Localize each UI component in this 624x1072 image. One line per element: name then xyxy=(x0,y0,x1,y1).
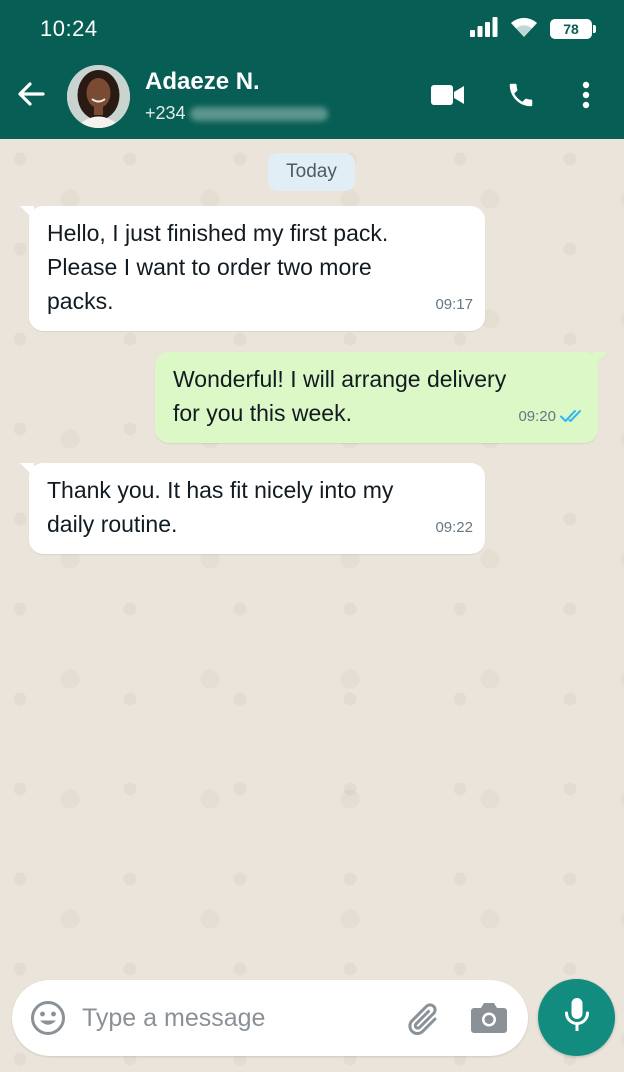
message-text: Thank you. It has fit nicely into my dai… xyxy=(47,477,394,537)
battery-level: 78 xyxy=(563,21,579,37)
date-separator: Today xyxy=(268,153,355,191)
voice-call-button[interactable] xyxy=(501,78,541,116)
message-text: Hello, I just finished my first pack. Pl… xyxy=(47,220,389,314)
battery-icon: 78 xyxy=(550,19,596,39)
camera-button[interactable] xyxy=(470,1000,508,1036)
double-check-icon xyxy=(560,399,586,433)
video-call-button[interactable] xyxy=(428,78,468,116)
emoji-icon xyxy=(30,1001,66,1040)
back-arrow-icon xyxy=(17,81,45,112)
status-time: 10:24 xyxy=(40,16,98,41)
chat-area[interactable]: Today Hello, I just finished my first pa… xyxy=(0,139,624,1072)
message-bubble-outgoing[interactable]: Wonderful! I will arrange delivery for y… xyxy=(155,352,607,443)
status-bar: 10:24 78 xyxy=(0,0,624,56)
voice-record-button[interactable] xyxy=(538,979,615,1056)
avatar[interactable] xyxy=(67,65,130,128)
phone-icon xyxy=(506,80,536,115)
wifi-icon xyxy=(510,16,538,43)
message-bubble-incoming[interactable]: Thank you. It has fit nicely into my dai… xyxy=(20,463,485,554)
phone-redaction xyxy=(189,106,328,121)
mic-icon xyxy=(564,997,590,1038)
contact-phone: +234 xyxy=(145,103,328,124)
message-bubble-incoming[interactable]: Hello, I just finished my first pack. Pl… xyxy=(20,206,485,331)
signal-icon xyxy=(470,16,498,42)
attach-icon xyxy=(406,1003,442,1042)
contact-name[interactable]: Adaeze N. xyxy=(145,68,260,96)
contact-phone-prefix: +234 xyxy=(145,103,186,123)
emoji-button[interactable] xyxy=(30,1000,66,1036)
message-composer xyxy=(12,980,528,1056)
camera-icon xyxy=(470,1003,508,1038)
message-input[interactable] xyxy=(82,1000,382,1036)
more-vert-icon xyxy=(581,81,591,114)
message-time: 09:22 xyxy=(435,519,473,536)
top-bar: 10:24 78 Adaeze N. +234 xyxy=(0,0,624,139)
attach-button[interactable] xyxy=(406,1000,442,1038)
message-time: 09:20 xyxy=(518,408,556,425)
video-call-icon xyxy=(431,84,465,111)
back-button[interactable] xyxy=(12,76,50,116)
chat-header: Adaeze N. +234 xyxy=(0,56,624,139)
status-icons: 78 xyxy=(470,16,596,43)
more-options-button[interactable] xyxy=(566,78,606,116)
message-time: 09:17 xyxy=(435,296,473,313)
